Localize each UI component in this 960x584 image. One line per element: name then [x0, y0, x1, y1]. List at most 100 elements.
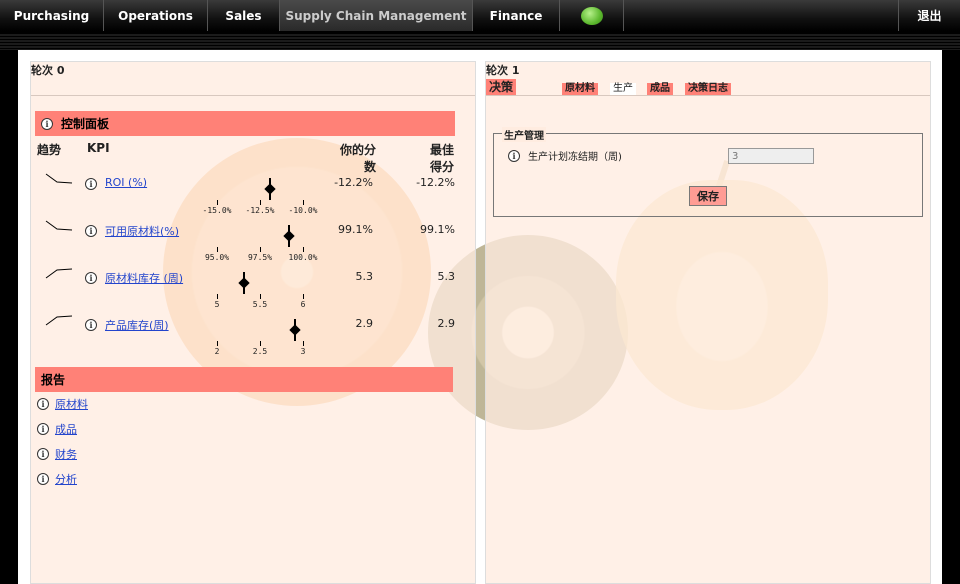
report-item-finance[interactable]: i 财务: [37, 446, 77, 462]
kpi-link[interactable]: 产品库存(周): [105, 317, 169, 333]
kpi-gauge: 95.0% 97.5% 100.0%: [205, 225, 317, 265]
info-icon[interactable]: i: [37, 473, 49, 485]
gauge-diamond: [238, 277, 250, 289]
kpi-row-raw-inventory: i 原材料库存 (周) 5.3 5.3 5 5.5 6: [31, 266, 475, 312]
kpi-row-product-inventory: i 产品库存(周) 2.9 2.9 2 2.5 3: [31, 313, 475, 359]
gauge-tick-label: 97.5%: [247, 253, 273, 262]
gauge-tick-label: 2: [214, 347, 220, 356]
report-link[interactable]: 成品: [55, 421, 77, 437]
report-item-analysis[interactable]: i 分析: [37, 471, 77, 487]
trend-sparkline-icon: [45, 173, 73, 184]
round-label-right: 轮次 1: [486, 64, 520, 77]
best-score-value: 5.3: [437, 270, 456, 283]
report-link[interactable]: 财务: [55, 446, 77, 462]
kpi-gauge: -15.0% -12.5% -10.0%: [203, 178, 317, 218]
gauge-tick-label: 95.0%: [204, 253, 230, 262]
main-content: 轮次 0 i 控制面板 趋势 KPI 你的分数 最佳 得分 i ROI (%) -…: [18, 50, 942, 584]
info-icon[interactable]: i: [508, 149, 520, 162]
info-icon[interactable]: i: [85, 178, 97, 190]
gauge-tick: [260, 247, 261, 252]
info-icon[interactable]: i: [37, 398, 49, 410]
gauge-tick: [217, 247, 218, 252]
best-score-column-header: 最佳 得分: [429, 143, 454, 174]
your-score-value: 2.9: [355, 317, 374, 330]
decision-label: 决策: [486, 79, 517, 96]
gauge-tick-label: -15.0%: [202, 206, 232, 215]
report-link[interactable]: 分析: [55, 471, 77, 487]
gauge-tick: [303, 341, 304, 346]
trend-sparkline-icon: [45, 220, 73, 231]
report-header: 报告: [35, 367, 453, 392]
gauge-tick-label: 3: [300, 347, 306, 356]
logout-button[interactable]: 退出: [898, 0, 960, 31]
divider: [486, 95, 930, 96]
right-panel: 轮次 1 决策 原材料 生产 成品 决策日志 生产管理 i 生产计划冻结期（周)…: [485, 61, 931, 584]
green-ball-icon: [580, 6, 603, 25]
save-button[interactable]: 保存: [689, 186, 727, 206]
kpi-link[interactable]: 可用原材料(%): [105, 223, 179, 239]
nav-finance[interactable]: Finance: [473, 0, 560, 31]
freeze-period-row: i 生产计划冻结期（周): [508, 148, 622, 163]
divider: [31, 95, 475, 96]
report-item-finished-goods[interactable]: i 成品: [37, 421, 77, 437]
dashboard-title: 控制面板: [61, 117, 110, 131]
kpi-row-available-materials: i 可用原材料(%) 99.1% 99.1% 95.0% 97.5% 100.0%: [31, 219, 475, 265]
gauge-tick: [217, 200, 218, 205]
gauge-tick: [217, 294, 218, 299]
kpi-column-header: KPI: [87, 141, 110, 155]
gauge-tick-label: 2.5: [252, 347, 268, 356]
report-item-raw-materials[interactable]: i 原材料: [37, 396, 88, 412]
gauge-tick: [260, 294, 261, 299]
freeze-period-label: 生产计划冻结期（周): [528, 152, 622, 163]
tab-finished-goods[interactable]: 成品: [647, 83, 673, 95]
gauge-tick: [303, 294, 304, 299]
freeze-period-input[interactable]: [728, 148, 814, 164]
info-icon[interactable]: i: [41, 117, 53, 130]
nav-operations[interactable]: Operations: [104, 0, 208, 31]
info-icon[interactable]: i: [85, 319, 97, 331]
info-icon[interactable]: i: [37, 448, 49, 460]
gauge-tick: [217, 341, 218, 346]
your-score-value: 99.1%: [338, 223, 373, 236]
best-score-value: -12.2%: [416, 176, 455, 189]
trend-sparkline-icon: [45, 315, 73, 326]
report-link[interactable]: 原材料: [55, 396, 88, 412]
header-stripe: [0, 33, 960, 50]
your-score-column-header: 你的分数: [339, 143, 376, 174]
gauge-diamond: [283, 230, 295, 242]
info-icon[interactable]: i: [37, 423, 49, 435]
dashboard-header: i 控制面板: [35, 111, 455, 136]
gauge-diamond: [289, 324, 301, 336]
gauge-tick-label: -10.0%: [288, 206, 318, 215]
kpi-gauge: 2 2.5 3: [214, 319, 306, 359]
gauge-tick-label: 5: [214, 300, 220, 309]
kpi-row-roi: i ROI (%) -12.2% -12.2% -15.0% -12.5% -10.…: [31, 172, 475, 218]
trend-column-header: 趋势: [37, 143, 62, 157]
nav-supply-chain-management[interactable]: Supply Chain Management: [280, 0, 473, 31]
best-score-value: 2.9: [437, 317, 456, 330]
round-label-left: 轮次 0: [31, 64, 65, 77]
kpi-link[interactable]: 原材料库存 (周): [105, 270, 183, 286]
gauge-tick: [303, 200, 304, 205]
gauge-tick-label: -12.5%: [245, 206, 275, 215]
info-icon[interactable]: i: [85, 225, 97, 237]
best-score-value: 99.1%: [420, 223, 455, 236]
gauge-tick: [260, 341, 261, 346]
gauge-tick: [260, 200, 261, 205]
gauge-tick-label: 5.5: [252, 300, 268, 309]
status-indicator[interactable]: [560, 0, 624, 31]
left-panel: 轮次 0 i 控制面板 趋势 KPI 你的分数 最佳 得分 i ROI (%) -…: [30, 61, 476, 584]
gauge-tick-label: 6: [300, 300, 306, 309]
nav-sales[interactable]: Sales: [208, 0, 280, 31]
gauge-tick: [303, 247, 304, 252]
trend-sparkline-icon: [45, 268, 73, 279]
gauge-diamond: [264, 183, 276, 195]
kpi-link[interactable]: ROI (%): [105, 176, 147, 189]
production-management-fieldset: 生产管理 i 生产计划冻结期（周) 保存: [493, 127, 923, 217]
tab-raw-materials[interactable]: 原材料: [562, 83, 598, 95]
tab-decision-log[interactable]: 决策日志: [685, 83, 731, 95]
nav-purchasing[interactable]: Purchasing: [0, 0, 104, 31]
info-icon[interactable]: i: [85, 272, 97, 284]
tab-production[interactable]: 生产: [610, 83, 636, 95]
fieldset-legend: 生产管理: [502, 127, 546, 142]
